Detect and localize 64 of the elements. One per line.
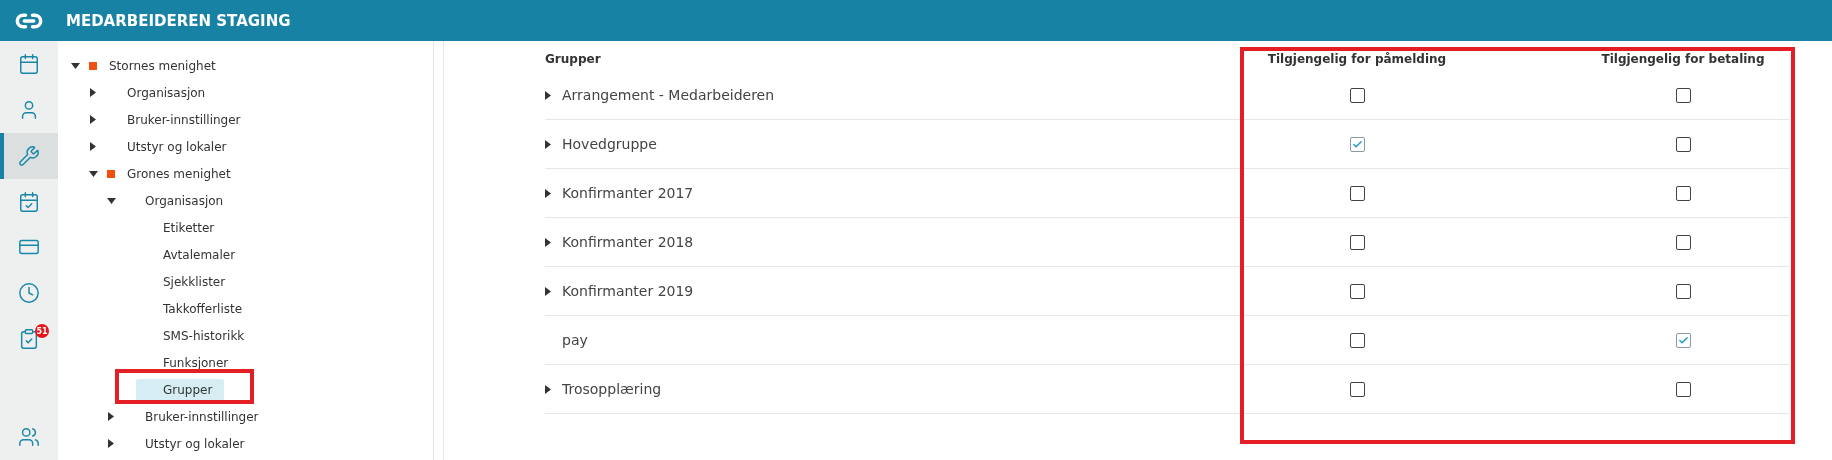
- checkbox[interactable]: [1675, 234, 1691, 250]
- tree-item[interactable]: Utstyr og lokaler: [121, 138, 233, 155]
- app-title: MEDARBEIDEREN STAGING: [66, 11, 291, 30]
- group-name: pay: [562, 332, 588, 348]
- people-icon: [18, 426, 40, 449]
- checkbox[interactable]: [1349, 332, 1365, 348]
- checkbox[interactable]: [1675, 381, 1691, 397]
- group-name: Konfirmanter 2018: [562, 234, 694, 250]
- expand-arrow-icon[interactable]: [545, 188, 551, 198]
- expand-arrow-icon[interactable]: [108, 412, 114, 421]
- group-name: Trosopplæring: [562, 381, 662, 397]
- clock-icon: [18, 282, 40, 305]
- group-name: Konfirmanter 2017: [562, 185, 694, 201]
- column-header: Grupper: [545, 51, 602, 68]
- expand-arrow-icon[interactable]: [90, 115, 96, 124]
- checkbox[interactable]: [1675, 136, 1691, 152]
- tree-item[interactable]: Bruker-innstillinger: [139, 408, 265, 425]
- column-header: Tilgjengelig for betaling: [1600, 51, 1766, 68]
- tree-item[interactable]: Etiketter: [157, 219, 221, 236]
- tree-item[interactable]: Utstyr og lokaler: [139, 435, 251, 452]
- checkbox[interactable]: [1349, 87, 1365, 103]
- expand-arrow-icon[interactable]: [108, 439, 114, 448]
- tree-item[interactable]: Takkofferliste: [157, 300, 249, 317]
- tree-item[interactable]: Sjekklister: [157, 273, 232, 290]
- checkbox[interactable]: [1675, 283, 1691, 299]
- collapse-arrow-icon[interactable]: [106, 197, 116, 204]
- expand-arrow-icon[interactable]: [545, 237, 551, 247]
- checkbox[interactable]: [1349, 185, 1365, 201]
- tree-item[interactable]: Grupper: [136, 378, 225, 401]
- expand-arrow-icon[interactable]: [90, 142, 96, 151]
- expand-arrow-icon[interactable]: [545, 139, 551, 149]
- tree-item[interactable]: Bruker-innstillinger: [121, 111, 247, 128]
- wrench-icon: [18, 144, 40, 167]
- checkbox[interactable]: [1675, 87, 1691, 103]
- checkbox[interactable]: [1675, 185, 1691, 201]
- checkbox[interactable]: [1349, 381, 1365, 397]
- checkbox[interactable]: [1349, 136, 1365, 152]
- collapse-arrow-icon[interactable]: [70, 62, 80, 69]
- group-name: Konfirmanter 2019: [562, 283, 694, 299]
- collapse-arrow-icon[interactable]: [88, 170, 98, 177]
- checkbox[interactable]: [1349, 283, 1365, 299]
- rail-button[interactable]: [0, 132, 58, 179]
- column-header: Tilgjengelig for påmelding: [1266, 51, 1448, 68]
- check-icon: [1351, 138, 1363, 150]
- tree-item[interactable]: Organisasjon: [139, 192, 230, 209]
- tree-item[interactable]: Grones menighet: [121, 165, 237, 182]
- tree-item[interactable]: Organisasjon: [121, 84, 212, 101]
- group-name: Arrangement - Medarbeideren: [562, 87, 775, 103]
- check-icon: [1677, 334, 1689, 346]
- tree-item[interactable]: Funksjoner: [157, 354, 235, 371]
- count-badge: 51: [35, 324, 49, 339]
- expand-arrow-icon[interactable]: [545, 90, 551, 100]
- expand-arrow-icon[interactable]: [90, 88, 96, 97]
- checkbox[interactable]: [1675, 332, 1691, 348]
- group-name: Hovedgruppe: [562, 136, 657, 152]
- calendar-check-icon: [18, 190, 40, 213]
- calendar-icon: [18, 52, 40, 75]
- tree-item[interactable]: Stornes menighet: [103, 57, 222, 74]
- checkbox[interactable]: [1349, 234, 1365, 250]
- expand-arrow-icon[interactable]: [545, 384, 551, 394]
- tree-item[interactable]: SMS-historikk: [157, 327, 251, 344]
- rail-button[interactable]: 51: [0, 316, 58, 363]
- expand-arrow-icon[interactable]: [545, 286, 551, 296]
- tree-item[interactable]: Avtalemaler: [157, 246, 242, 263]
